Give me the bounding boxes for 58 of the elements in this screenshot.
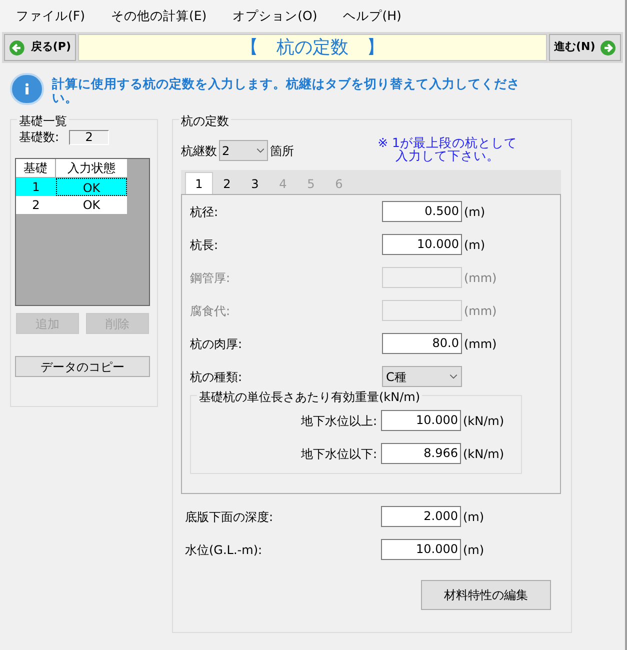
menu-item[interactable]: オプション(O) xyxy=(230,6,320,26)
page-title: 【 杭の定数 】 xyxy=(240,36,384,60)
grid-row[interactable]: 2 OK xyxy=(16,196,127,214)
table-cell-text: OK xyxy=(82,197,102,214)
group-title: 基礎杭の単位長さあたり有効重量(kN/m) xyxy=(197,388,422,406)
menu-item[interactable]: ファイル(F) xyxy=(14,6,87,26)
field-label: 鋼管厚: xyxy=(190,270,232,286)
unit-label: (m) xyxy=(462,508,484,526)
input-field[interactable]: 80.0 xyxy=(382,333,462,354)
info-icon xyxy=(10,73,44,105)
input-field[interactable]: 0.500 xyxy=(382,201,462,222)
count-value: 2 xyxy=(69,130,110,144)
unit-label: (kN/m) xyxy=(462,412,506,430)
joint-count-select[interactable]: 2 xyxy=(219,140,268,161)
unit-label: (m) xyxy=(463,236,486,254)
menu-item[interactable]: ヘルプ(H) xyxy=(341,6,404,26)
info-message: 計算に使用する杭の定数を入力します。杭継はタブを切り替えて入力してください。 xyxy=(52,75,521,105)
field-label: 杭の種類: xyxy=(190,368,244,386)
unit-label: 箇所 xyxy=(270,142,294,160)
field-label: 杭の肉厚: xyxy=(190,336,244,352)
unit-label: (m) xyxy=(462,542,484,558)
joint-count-label: 杭継数 xyxy=(181,142,217,160)
back-button[interactable]: 戻る(P) xyxy=(4,34,76,61)
note-text: ※ 1が最上段の杭として xyxy=(378,136,517,149)
tab[interactable]: 2 xyxy=(213,174,241,194)
edit-materials-button[interactable]: 材料特性の編集 xyxy=(421,580,551,610)
unit-label: (kN/m) xyxy=(462,446,506,462)
count-label: 基礎数: xyxy=(19,129,60,146)
table-cell-text: 2 xyxy=(31,197,41,214)
input-field[interactable]: 10.000 xyxy=(381,539,461,560)
table-cell-text: 1 xyxy=(31,179,41,196)
group-title: 杭の定数 xyxy=(179,112,231,130)
tab[interactable]: 1 xyxy=(185,172,213,194)
field-label: 杭長: xyxy=(190,236,220,254)
type-select[interactable]: C種 xyxy=(382,366,462,387)
grid-row[interactable]: 1 OK xyxy=(16,178,127,196)
field-label: 底版下面の深度: xyxy=(185,508,274,526)
chevron-icon xyxy=(449,374,458,379)
right-arrow-icon xyxy=(600,40,616,56)
note-text: 入力して下さい。 xyxy=(395,149,500,162)
unit-label: (mm) xyxy=(463,270,497,286)
field-label: 地下水位以下: xyxy=(300,446,378,462)
chevron-icon xyxy=(256,148,265,153)
input-field[interactable]: 2.000 xyxy=(381,506,461,527)
menu-item[interactable]: その他の計算(E) xyxy=(108,6,209,26)
unit-label: (m) xyxy=(463,204,486,220)
unit-label: (mm) xyxy=(463,302,497,320)
field-label: 水位(G.L.-m): xyxy=(185,542,264,558)
copy-button[interactable]: データのコピー xyxy=(15,356,150,377)
input-field[interactable]: 10.000 xyxy=(382,234,462,255)
tab[interactable]: 3 xyxy=(241,174,269,194)
input-field[interactable]: 8.966 xyxy=(381,443,461,464)
field-label: 腐食代: xyxy=(190,302,232,320)
unit-label: (mm) xyxy=(463,336,497,352)
field-label: 地下水位以上: xyxy=(300,412,378,430)
field-label: 杭径: xyxy=(190,204,220,220)
input-field[interactable]: 10.000 xyxy=(381,410,461,431)
next-button[interactable]: 進む(N) xyxy=(549,34,621,61)
